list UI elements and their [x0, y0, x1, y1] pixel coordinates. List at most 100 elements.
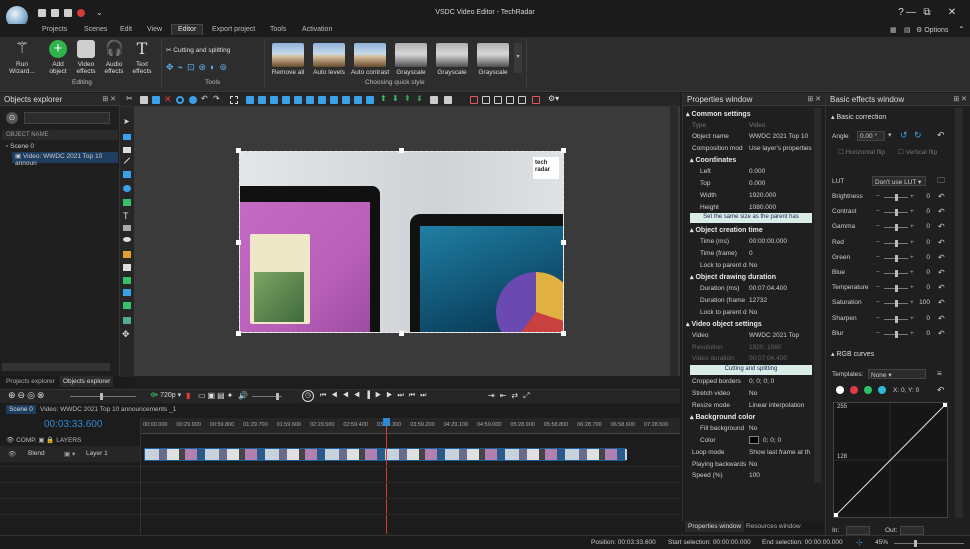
contrast-increase-button[interactable]: +: [910, 208, 914, 215]
align-middle-icon[interactable]: [294, 96, 302, 104]
preview-record-icon[interactable]: ▮: [186, 391, 190, 400]
red-slider-knob[interactable]: [895, 239, 898, 247]
quick-style-auto-contrast[interactable]: [354, 43, 386, 67]
gamma-reset-icon[interactable]: ↶: [938, 222, 945, 231]
resize-handle[interactable]: [561, 331, 566, 336]
video-clip[interactable]: [144, 448, 627, 461]
gamma-decrease-button[interactable]: −: [876, 223, 880, 230]
pointer-icon[interactable]: ➤: [123, 117, 131, 126]
angle-dropdown-icon[interactable]: ▾: [888, 131, 892, 139]
crop-icon[interactable]: [470, 96, 478, 104]
lock-parent-select[interactable]: No: [749, 309, 757, 316]
resize-handle[interactable]: [399, 148, 404, 153]
top-field[interactable]: 0.000: [749, 180, 765, 187]
move-icon[interactable]: ✥: [122, 329, 130, 340]
resize-handle[interactable]: [236, 148, 241, 153]
close-button[interactable]: ✕: [945, 7, 959, 18]
search-icon[interactable]: ⊙: [6, 112, 18, 124]
resize-handle[interactable]: [236, 240, 241, 245]
same-size-icon[interactable]: [354, 96, 362, 104]
out-field[interactable]: [900, 526, 924, 535]
quick-style-scroll-icon[interactable]: ▾: [514, 43, 522, 73]
section-common-settings[interactable]: ▴ Common settings: [686, 110, 751, 121]
lock-parent-select[interactable]: No: [749, 262, 757, 269]
properties-scrollbar[interactable]: [814, 108, 821, 483]
tab-objects-explorer[interactable]: Objects explorer: [60, 376, 114, 387]
curve-reset-icon[interactable]: ↶: [937, 385, 945, 396]
tools-icon-row[interactable]: ✥⌁⊡⊛◐⊚: [166, 62, 231, 73]
minimize-button[interactable]: —: [904, 7, 918, 18]
blur-increase-button[interactable]: +: [910, 330, 914, 337]
saturation-increase-button[interactable]: +: [910, 299, 914, 306]
temperature-slider-knob[interactable]: [895, 285, 898, 293]
cutting-splitting-prop-button[interactable]: Cutting and splitting: [690, 365, 812, 375]
video-frame[interactable]: tech radar: [239, 151, 564, 333]
delete-icon[interactable]: ✕: [164, 94, 172, 105]
menu-view[interactable]: View: [147, 26, 162, 33]
lut-select[interactable]: Don't use LUT ▾: [872, 176, 926, 186]
time-frame-field[interactable]: 0: [749, 250, 753, 257]
bring-front-icon[interactable]: ⇞: [404, 94, 411, 103]
red-increase-button[interactable]: +: [910, 239, 914, 246]
channel-red-icon[interactable]: [850, 386, 858, 394]
gamma-slider-knob[interactable]: [895, 224, 898, 232]
stretch-select[interactable]: No: [749, 390, 757, 397]
resize-handle[interactable]: [236, 331, 241, 336]
red-slider[interactable]: [884, 239, 908, 247]
redo-icon[interactable]: ↷: [213, 94, 220, 103]
rgb-curves-section[interactable]: ▴ RGB curves: [831, 350, 874, 358]
preview-vertical-scrollbar[interactable]: [670, 107, 678, 376]
search-input[interactable]: [24, 112, 110, 124]
horizontal-flip-checkbox[interactable]: ☐ Horizontal flip: [838, 148, 885, 156]
transport-controls[interactable]: ⏮◀◀◀▐▶▶⏭⏮⏭: [320, 392, 431, 400]
zoom-status-knob[interactable]: [914, 540, 917, 547]
pin-icon[interactable]: ⊞ ✕: [102, 95, 116, 103]
align-top-icon[interactable]: [282, 96, 290, 104]
time-ms-field[interactable]: 00:00:00.000: [749, 238, 787, 245]
resize-handle[interactable]: [399, 331, 404, 336]
align-bottom-icon[interactable]: [306, 96, 314, 104]
cut-icon[interactable]: ✂: [126, 94, 133, 103]
folder-icon[interactable]: 🗀: [937, 175, 945, 189]
rectangle-icon[interactable]: [123, 171, 131, 178]
menu-editor[interactable]: Editor: [171, 24, 204, 35]
align-right-icon[interactable]: [270, 96, 278, 104]
guides-icon[interactable]: [518, 96, 526, 104]
audio-object-icon[interactable]: [123, 147, 131, 153]
media-icon[interactable]: [123, 302, 131, 309]
sharpen-slider[interactable]: [884, 315, 908, 323]
cutting-splitting-button[interactable]: ✂ Cutting and splitting: [166, 46, 230, 54]
quick-style-remove-all[interactable]: [272, 43, 304, 67]
saturation-reset-icon[interactable]: ↶: [938, 298, 945, 307]
duration-frames-field[interactable]: 12732: [749, 297, 767, 304]
resize-handle[interactable]: [561, 148, 566, 153]
zoom-controls-icon[interactable]: ⊕⊖◎⊗: [8, 390, 46, 401]
fit-icon[interactable]: [366, 96, 374, 104]
animation-icon[interactable]: [123, 289, 131, 296]
visibility-icon[interactable]: 👁: [8, 450, 16, 458]
same-size-button[interactable]: Set the same size as the parent has: [690, 213, 812, 223]
blue-increase-button[interactable]: +: [910, 269, 914, 276]
settings-gear-icon[interactable]: ⚙▾: [548, 94, 559, 103]
composition-select[interactable]: Use layer's properties: [749, 145, 812, 152]
playing-backwards-select[interactable]: No: [749, 461, 757, 468]
menu-activation[interactable]: Activation: [302, 26, 332, 33]
brightness-reset-icon[interactable]: ↶: [938, 192, 945, 201]
zoom-fit-icon[interactable]: ⊹: [856, 538, 863, 547]
gamma-increase-button[interactable]: +: [910, 223, 914, 230]
green-slider[interactable]: [884, 254, 908, 262]
rotate-right-icon[interactable]: ↻: [914, 130, 922, 141]
video-effects-button[interactable]: Video effects: [72, 40, 100, 75]
chevron-up-icon[interactable]: ⌃: [958, 25, 965, 34]
preview-tools-icon[interactable]: ▭▣▤✦: [198, 391, 235, 400]
pin-icon[interactable]: ⊞ ✕: [807, 95, 821, 103]
volume-knob[interactable]: [276, 393, 279, 400]
layer-settings-icon[interactable]: ▣ ▾: [64, 450, 75, 458]
brightness-slider-knob[interactable]: [895, 194, 898, 201]
free-shape-icon[interactable]: [123, 199, 131, 206]
curve-menu-icon[interactable]: ≡: [937, 369, 942, 378]
horizontal-scrollbar[interactable]: [2, 363, 110, 371]
resize-handle[interactable]: [561, 240, 566, 245]
circle-select-icon[interactable]: [176, 96, 184, 104]
menu-scenes[interactable]: Scenes: [84, 26, 107, 33]
